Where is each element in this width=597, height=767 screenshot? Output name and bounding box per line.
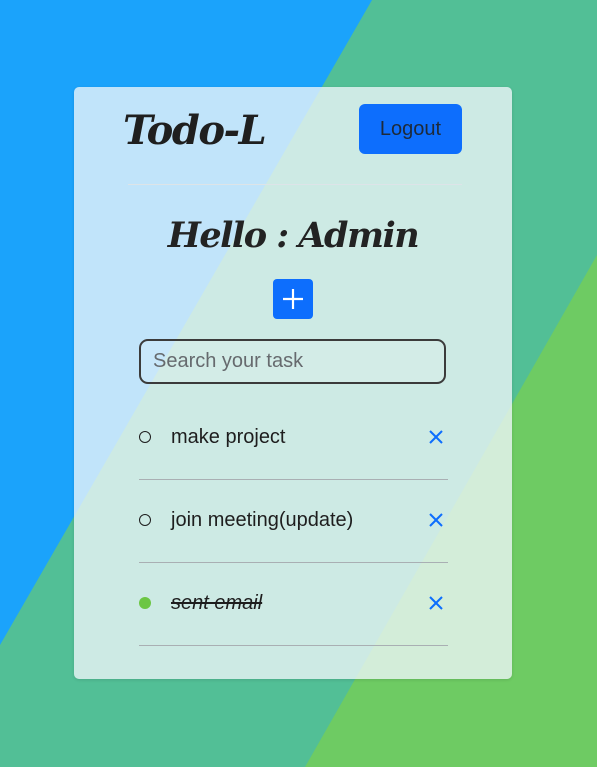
todo-card: Todo-L Logout Hello : Admin make project… (74, 87, 512, 679)
task-status-toggle[interactable] (139, 431, 151, 443)
task-item: join meeting(update) (139, 480, 448, 563)
header-divider (128, 184, 462, 185)
search-input[interactable] (139, 339, 446, 384)
app-logo: Todo-L (123, 107, 267, 154)
task-item: sent email (139, 563, 448, 646)
add-task-button[interactable] (273, 279, 313, 319)
plus-icon (283, 289, 303, 309)
close-icon[interactable] (424, 508, 448, 532)
task-text: sent email (171, 592, 263, 614)
task-text: join meeting(update) (171, 509, 354, 531)
task-item: make project (139, 397, 448, 480)
task-status-toggle[interactable] (139, 597, 151, 609)
greeting-title: Hello : Admin (167, 215, 420, 256)
task-status-toggle[interactable] (139, 514, 151, 526)
task-list: make project join meeting(update) sent e… (139, 397, 448, 646)
logout-button[interactable]: Logout (359, 104, 462, 154)
task-text: make project (171, 426, 286, 448)
close-icon[interactable] (424, 425, 448, 449)
close-icon[interactable] (424, 591, 448, 615)
